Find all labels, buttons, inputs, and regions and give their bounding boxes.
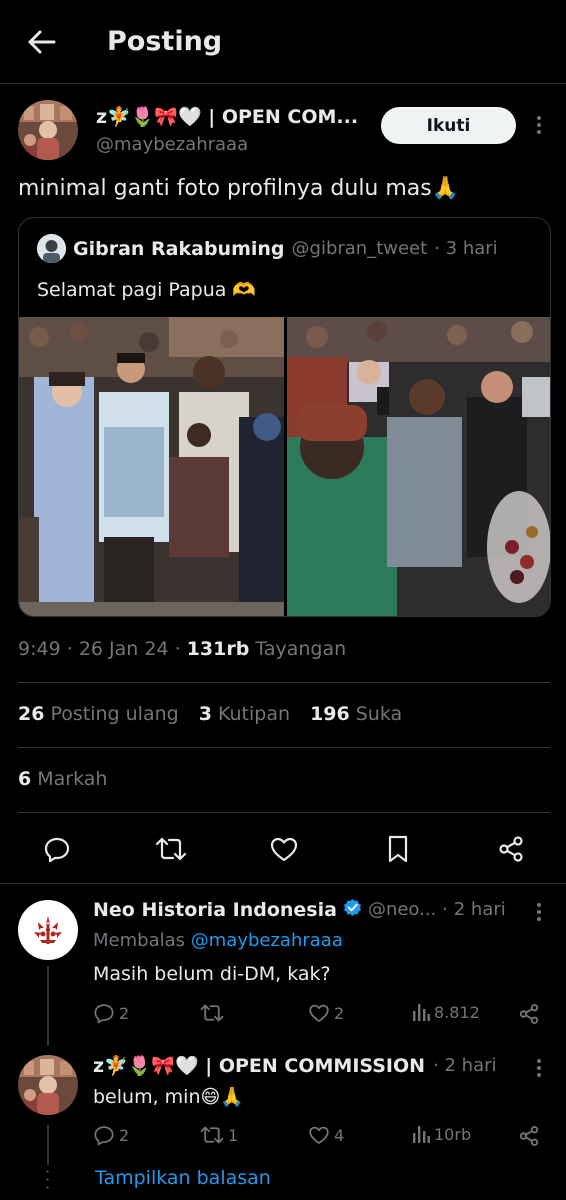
repost-icon (200, 1004, 224, 1022)
reply-2-share-icon[interactable] (517, 1124, 541, 1148)
author-name[interactable]: z🧚🌷🎀🤍 | OPEN COM... (96, 105, 358, 128)
stats-divider (18, 747, 550, 748)
like-icon (309, 1004, 329, 1022)
bookmark-icon[interactable] (381, 832, 415, 866)
reposts-stat[interactable]: 26 Posting ulang (18, 703, 179, 725)
author-avatar[interactable] (18, 100, 78, 160)
reply-2-like-button[interactable]: 4 (308, 1124, 344, 1146)
reply-2-text: belum, min😄🙏 (93, 1086, 244, 1108)
quoted-author-name[interactable]: Gibran Rakabuming (73, 238, 285, 260)
reply-2-repost-button[interactable]: 1 (200, 1124, 238, 1146)
actions-divider (0, 883, 566, 884)
reply-1-share-icon[interactable] (517, 1002, 541, 1026)
reply-1-repost-button[interactable] (200, 1002, 228, 1024)
bookmarks-stat[interactable]: 6 Markah (18, 768, 107, 790)
author-handle[interactable]: @maybezahraaa (96, 134, 248, 155)
reply-1-text: Masih belum di-DM, kak? (93, 963, 331, 985)
reply-1-like-button[interactable]: 2 (308, 1002, 344, 1024)
follow-button[interactable]: Ikuti (381, 107, 516, 144)
post-text: minimal ganti foto profilnya dulu mas🙏 (18, 176, 460, 201)
reply-2-more-icon[interactable] (531, 1059, 547, 1077)
show-replies-link[interactable]: Tampilkan balasan (95, 1167, 271, 1189)
thread-dots (44, 1170, 50, 1189)
header-divider (0, 83, 566, 84)
reply-1-author-handle[interactable]: @neo... (368, 899, 436, 920)
verified-badge-icon (343, 898, 362, 921)
reply-1-more-icon[interactable] (531, 903, 547, 921)
repost-icon (200, 1126, 224, 1144)
quoted-author-avatar[interactable] (37, 234, 66, 263)
like-icon[interactable] (267, 832, 301, 866)
quoted-author-handle[interactable]: @gibran_tweet (292, 238, 428, 259)
reply-2-author-name[interactable]: z🧚🌷🎀🤍 | OPEN COMMISSION (93, 1054, 425, 1077)
likes-stat[interactable]: 196 Suka (310, 703, 402, 725)
share-icon[interactable] (494, 832, 528, 866)
like-icon (309, 1126, 329, 1144)
post-time: 9:49 (18, 638, 61, 660)
reply-icon (94, 1126, 114, 1146)
quotes-stat[interactable]: 3 Kutipan (199, 703, 290, 725)
reply-icon[interactable] (40, 832, 74, 866)
meta-divider (18, 682, 550, 683)
reply-1-reply-button[interactable]: 2 (93, 1002, 129, 1024)
reply-2-reply-button[interactable]: 2 (93, 1124, 129, 1146)
post-date: 26 Jan 24 (78, 638, 169, 660)
views-icon (413, 1004, 430, 1021)
page-title: Posting (107, 26, 223, 57)
views-label[interactable]: Tayangan (255, 638, 346, 660)
top-bar: Posting (0, 0, 566, 84)
reply-1-author-name[interactable]: Neo Historia Indonesia (93, 899, 337, 921)
thread-connector-2 (47, 1125, 49, 1165)
replying-to-handle[interactable]: @maybezahraaa (191, 930, 343, 951)
reply-2-author-avatar[interactable] (18, 1055, 78, 1115)
reply-author-avatar[interactable] (18, 900, 78, 960)
reply-2-header: z🧚🌷🎀🤍 | OPEN COMMISSION · 2 hari (93, 1054, 497, 1077)
post-meta: 9:49 · 26 Jan 24 · 131rb Tayangan (18, 638, 347, 660)
repost-icon[interactable] (153, 832, 189, 866)
reply-icon (94, 1004, 114, 1024)
quoted-post-header: Gibran Rakabuming @gibran_tweet · 3 hari (37, 234, 498, 263)
back-arrow-icon[interactable] (24, 24, 60, 60)
reply-1-time: · 2 hari (442, 899, 506, 920)
views-icon (413, 1126, 430, 1143)
reply-2-time: · 2 hari (433, 1055, 497, 1076)
quoted-photo-left[interactable] (19, 317, 284, 616)
more-options-icon[interactable] (531, 116, 547, 134)
quoted-post-text: Selamat pagi Papua 🫶 (37, 279, 257, 301)
reply-1-views-button[interactable]: 8.812 (412, 1002, 480, 1022)
quoted-post[interactable]: Gibran Rakabuming @gibran_tweet · 3 hari… (18, 217, 551, 617)
engagement-stats: 26 Posting ulang 3 Kutipan 196 Suka (18, 703, 402, 725)
quoted-post-time: · 3 hari (434, 238, 498, 259)
thread-connector (47, 966, 49, 1046)
bookmarks-divider (18, 812, 550, 813)
quoted-photo-right[interactable] (287, 317, 550, 616)
views-count: 131rb (186, 638, 250, 660)
reply-1-header: Neo Historia Indonesia @neo... · 2 hari (93, 898, 506, 921)
replying-to: Membalas @maybezahraaa (93, 930, 343, 951)
reply-2-views-button[interactable]: 10rb (412, 1124, 471, 1144)
